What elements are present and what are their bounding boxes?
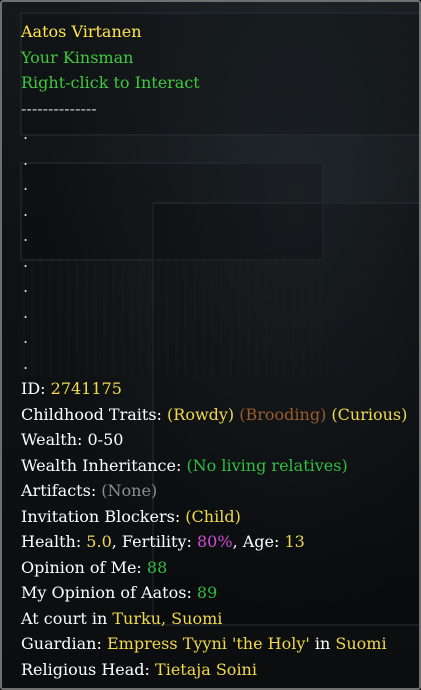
wealth-row: Wealth: 0-50 bbox=[21, 427, 411, 453]
religious-head-label: Religious Head: bbox=[21, 659, 150, 679]
my-opinion-value: 89 bbox=[196, 583, 218, 602]
placeholder-dot: . bbox=[23, 353, 29, 373]
wealth-value: 0-50 bbox=[87, 430, 124, 449]
invitation-blockers-label: Invitation Blockers: bbox=[21, 506, 181, 526]
artifacts-value: (None) bbox=[101, 481, 158, 500]
tooltip-content: Aatos Virtanen Your Kinsman Right-click … bbox=[21, 19, 411, 682]
fertility-value: 80% bbox=[197, 532, 233, 551]
guardian-place: Suomi bbox=[335, 634, 387, 653]
childhood-traits-row: Childhood Traits: (Rowdy) (Brooding) (Cu… bbox=[21, 402, 411, 428]
interact-hint: Right-click to Interact bbox=[21, 73, 200, 92]
religious-head-row: Religious Head: Tietaja Soini bbox=[21, 657, 411, 683]
wealth-label: Wealth: bbox=[21, 430, 83, 449]
guardian-connector: in bbox=[314, 634, 331, 653]
religious-head-value: Tietaja Soini bbox=[155, 659, 257, 679]
age-label: , Age: bbox=[232, 532, 280, 551]
opinion-of-me-label: Opinion of Me: bbox=[21, 557, 142, 577]
id-label: ID: bbox=[21, 379, 46, 398]
placeholder-dot: . bbox=[23, 149, 29, 169]
invitation-blockers-value: (Child) bbox=[185, 506, 241, 526]
my-opinion-label: My Opinion of Aatos: bbox=[21, 583, 192, 602]
character-name: Aatos Virtanen bbox=[21, 22, 142, 41]
opinion-of-me-value: 88 bbox=[146, 557, 168, 577]
placeholder-dot: . bbox=[23, 302, 29, 322]
guardian-name: Empress Tyyni 'the Holy' bbox=[106, 634, 310, 653]
invitation-blockers-row: Invitation Blockers: (Child) bbox=[21, 504, 411, 530]
artifacts-row: Artifacts: (None) bbox=[21, 478, 411, 504]
placeholder-dot: . bbox=[23, 175, 29, 194]
my-opinion-row: My Opinion of Aatos: 89 bbox=[21, 580, 411, 606]
wealth-inheritance-label: Wealth Inheritance: bbox=[21, 455, 182, 475]
trait-rowdy: (Rowdy) bbox=[167, 404, 235, 424]
court-value: Turku, Suomi bbox=[112, 608, 223, 628]
stats-row: Health: 5.0, Fertility: 80%, Age: 13 bbox=[21, 529, 411, 555]
wealth-inheritance-value: (No living relatives) bbox=[186, 455, 348, 475]
childhood-traits-label: Childhood Traits: bbox=[21, 404, 162, 424]
trait-brooding: (Brooding) bbox=[239, 404, 327, 424]
health-value: 5.0 bbox=[86, 532, 112, 551]
guardian-row: Guardian: Empress Tyyni 'the Holy' in Su… bbox=[21, 631, 411, 657]
separator-line: -------------- bbox=[21, 98, 97, 118]
relation-text: Your Kinsman bbox=[21, 47, 134, 67]
placeholder-dot: . bbox=[23, 251, 29, 271]
wealth-inheritance-row: Wealth Inheritance: (No living relatives… bbox=[21, 453, 411, 479]
placeholder-dot: . bbox=[23, 200, 29, 220]
artifacts-label: Artifacts: bbox=[21, 481, 97, 500]
court-row: At court in Turku, Suomi bbox=[21, 606, 411, 632]
placeholder-dot: . bbox=[23, 226, 29, 245]
trait-curious: (Curious) bbox=[331, 404, 408, 424]
placeholder-dot: . bbox=[23, 328, 29, 347]
health-label: Health: bbox=[21, 532, 82, 551]
guardian-label: Guardian: bbox=[21, 634, 102, 653]
placeholder-dot: . bbox=[23, 124, 29, 143]
fertility-label: , Fertility: bbox=[111, 532, 192, 551]
opinion-of-me-row: Opinion of Me: 88 bbox=[21, 555, 411, 581]
character-tooltip: Aatos Virtanen Your Kinsman Right-click … bbox=[0, 0, 421, 690]
age-value: 13 bbox=[284, 532, 305, 551]
court-label: At court in bbox=[21, 608, 108, 628]
id-row: ID: 2741175 bbox=[21, 376, 411, 402]
id-value: 2741175 bbox=[50, 379, 122, 398]
placeholder-dot: . bbox=[23, 277, 29, 296]
